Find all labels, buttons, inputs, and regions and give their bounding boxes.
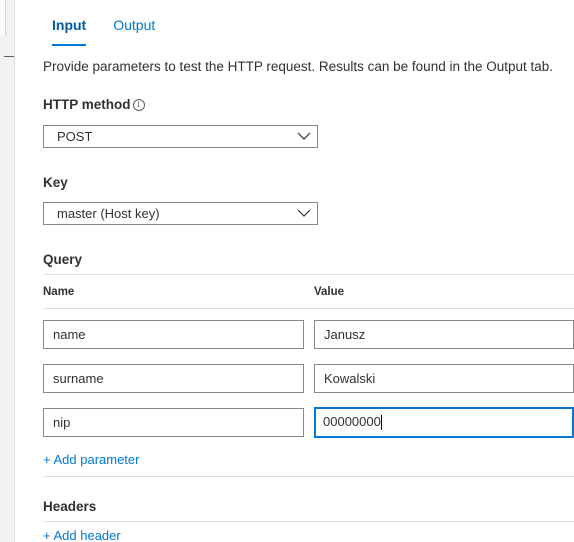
background-separator — [4, 56, 14, 57]
headers-section-title: Headers — [43, 499, 97, 514]
query-param-name-field[interactable]: surname — [43, 364, 304, 393]
chevron-down-icon — [297, 209, 311, 217]
text-caret — [380, 415, 382, 431]
tab-output[interactable]: Output — [113, 0, 155, 46]
http-method-label: HTTP method i — [43, 97, 145, 112]
query-divider — [43, 274, 574, 275]
add-header-link[interactable]: + Add header — [43, 528, 121, 542]
test-run-panel: Input Output Provide parameters to test … — [0, 0, 574, 542]
query-param-value-field[interactable]: Kowalski — [314, 364, 574, 393]
headers-top-divider — [43, 476, 574, 477]
key-dropdown[interactable]: master (Host key) — [43, 202, 318, 225]
chevron-down-icon — [297, 132, 311, 140]
query-param-value-field-focused[interactable]: 00000000 — [314, 407, 574, 438]
key-label: Key — [43, 175, 68, 190]
http-method-label-text: HTTP method — [43, 97, 131, 112]
value-column-header: Value — [314, 286, 345, 298]
query-header-divider — [43, 308, 574, 309]
query-param-name-field[interactable]: nip — [43, 408, 304, 437]
tab-input[interactable]: Input — [52, 0, 87, 46]
query-section-title: Query — [43, 252, 83, 267]
query-param-value-field[interactable]: Janusz — [314, 320, 574, 349]
query-param-name-field[interactable]: name — [43, 320, 304, 349]
add-parameter-link[interactable]: + Add parameter — [43, 452, 139, 467]
headers-divider — [43, 521, 574, 522]
name-column-header: Name — [43, 286, 75, 298]
background-panel-edge — [0, 0, 15, 542]
info-icon[interactable]: i — [132, 99, 145, 111]
http-method-dropdown[interactable]: POST — [43, 125, 318, 148]
query-param-value-text: 00000000 — [323, 414, 381, 429]
background-scroll-edge — [0, 0, 6, 36]
panel-description: Provide parameters to test the HTTP requ… — [43, 59, 554, 74]
tab-bar: Input Output — [52, 0, 182, 46]
http-method-value: POST — [57, 129, 93, 144]
key-value: master (Host key) — [57, 206, 160, 221]
